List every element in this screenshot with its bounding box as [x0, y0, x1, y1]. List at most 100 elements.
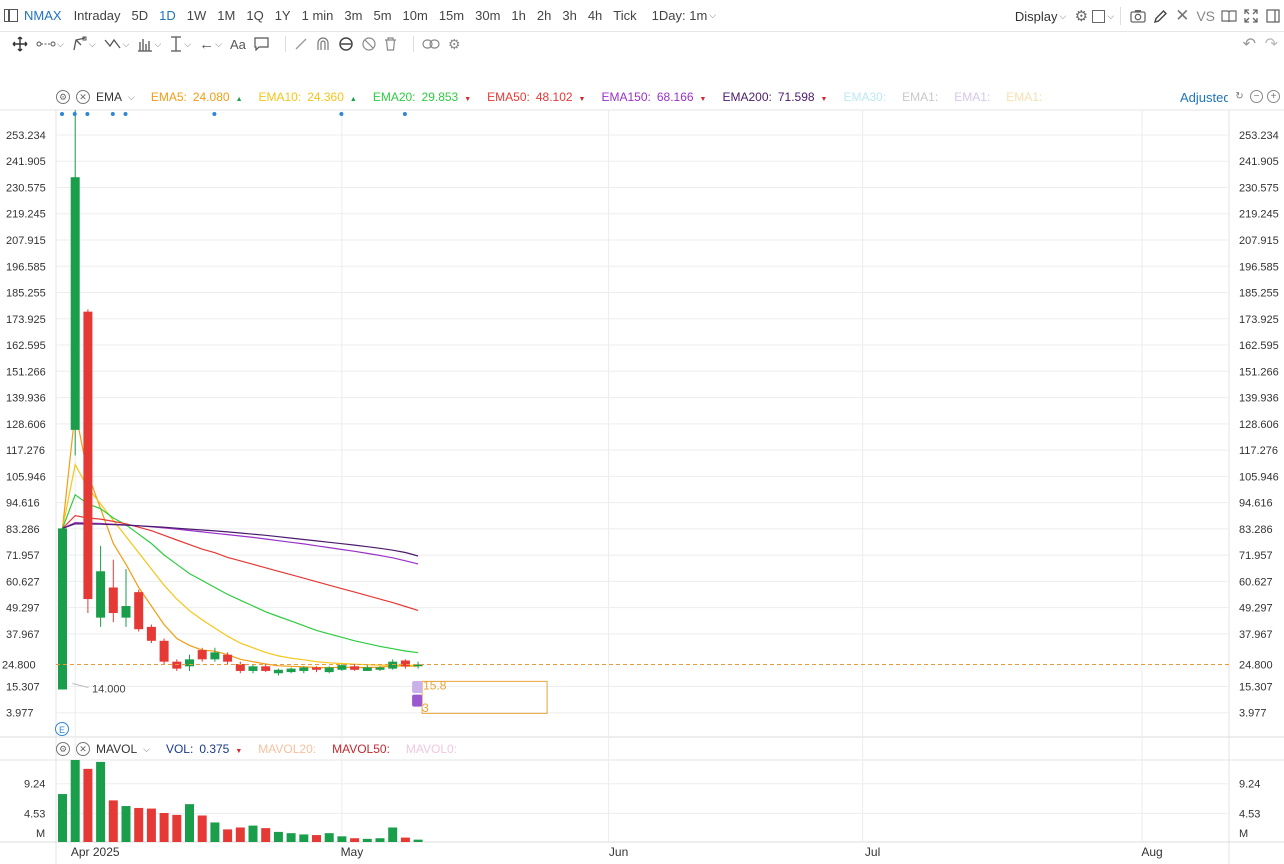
chevron-down-icon[interactable]: ⌵	[128, 92, 135, 103]
legend-item[interactable]: EMA5: 24.080 ▲	[151, 90, 243, 104]
indicator-close-icon[interactable]: ✕	[76, 742, 90, 756]
fullscreen-icon[interactable]	[1240, 5, 1262, 27]
legend-value: 0.375	[199, 742, 230, 756]
list-panel-icon[interactable]	[1262, 5, 1284, 27]
volume-bar	[210, 822, 220, 842]
indicator-settings-icon[interactable]: ⚙	[56, 90, 70, 104]
zoom-out-icon[interactable]: −	[1250, 90, 1263, 103]
timeframe-5m[interactable]: 5m	[373, 8, 391, 23]
timeframe-5d[interactable]: 5D	[132, 8, 149, 23]
pen-curve-tool-icon[interactable]: ⌵	[72, 36, 96, 52]
drawing-settings-icon[interactable]: ⚙	[448, 36, 461, 53]
comment-tool-icon[interactable]	[254, 37, 269, 51]
legend-label: EMA1:	[902, 90, 939, 104]
pencil-icon[interactable]	[1149, 5, 1171, 27]
indicator-settings-icon[interactable]: ⚙	[56, 742, 70, 756]
crosshair-move-icon[interactable]	[12, 36, 28, 52]
redo-icon[interactable]: ↷	[1265, 34, 1278, 54]
trash-icon[interactable]	[384, 37, 397, 51]
legend-item[interactable]: EMA1:	[902, 90, 938, 104]
timeframe-1w[interactable]: 1W	[187, 8, 207, 23]
sidebar-toggle-icon[interactable]	[4, 9, 18, 22]
adjusted-label[interactable]: Adjusted	[1180, 90, 1228, 105]
timeframe-4h[interactable]: 4h	[588, 8, 602, 23]
undo-icon[interactable]: ↶	[1243, 34, 1256, 54]
display-button[interactable]: Display ⌵	[1015, 9, 1066, 24]
candle-body	[223, 654, 233, 662]
eraser-x-icon[interactable]: ✕	[1171, 5, 1193, 27]
legend-item[interactable]: EMA150: 68.166 ▼	[601, 90, 706, 104]
text-tool-icon[interactable]: Aa	[230, 37, 246, 52]
volume-bar	[223, 829, 233, 842]
timeframe-intraday[interactable]: Intraday	[74, 8, 121, 23]
legend-item[interactable]: VOL: 0.375 ▼	[166, 742, 242, 756]
symbol-name[interactable]: NMAX	[24, 8, 62, 23]
timeframe-1h[interactable]: 1h	[511, 8, 525, 23]
wave-pattern-tool-icon[interactable]: ⌵	[104, 36, 129, 52]
chart-area[interactable]: Apr 2025 May Jun Jul Aug 253.234 253.234 241.90…	[0, 84, 1284, 864]
timeframe-1q[interactable]: 1Q	[246, 8, 263, 23]
timeframe-3h[interactable]: 3h	[562, 8, 576, 23]
legend-label: MAVOL50:	[332, 742, 390, 756]
timeframe-3m[interactable]: 3m	[344, 8, 362, 23]
candle-body	[388, 661, 398, 669]
candle-body	[146, 626, 156, 641]
legend-item[interactable]: MAVOL0:	[406, 742, 457, 756]
timeframe-tick[interactable]: Tick	[613, 8, 636, 23]
measure-tool-icon[interactable]: ⌵	[169, 36, 191, 52]
book-icon[interactable]	[1218, 5, 1240, 27]
layout-square-icon[interactable]: ⌵	[1092, 5, 1114, 27]
timeframe-15m[interactable]: 15m	[439, 8, 464, 23]
timeframe-1d[interactable]: 1D	[159, 8, 176, 23]
y-axis-label-right: 173.925	[1239, 314, 1279, 326]
timeframe-2h[interactable]: 2h	[537, 8, 551, 23]
y-axis-label-right: 117.276	[1239, 445, 1278, 457]
candle-body	[197, 650, 207, 660]
y-axis-label-right: 230.575	[1239, 182, 1279, 194]
y-axis-label-right: 128.606	[1239, 419, 1279, 431]
volume-axis-label-left: 9.24	[24, 779, 45, 791]
legend-item[interactable]: EMA1:	[954, 90, 990, 104]
legend-item[interactable]: EMA1:	[1006, 90, 1042, 104]
y-axis-label-left: 15.307	[6, 681, 40, 693]
volume-bar	[312, 835, 321, 842]
interval-select[interactable]: 1Day: 1m ⌵	[652, 8, 716, 23]
camera-icon[interactable]	[1127, 5, 1149, 27]
chevron-down-icon[interactable]: ⌵	[143, 744, 150, 755]
legend-item[interactable]: EMA50: 48.102 ▼	[487, 90, 585, 104]
settings-gear-icon[interactable]: ⚙	[1070, 5, 1092, 27]
compare-vs-button[interactable]: VS	[1193, 5, 1218, 27]
volume-bar	[58, 794, 67, 842]
timeframe-1-min[interactable]: 1 min	[302, 8, 334, 23]
legend-item[interactable]: EMA10: 24.360 ▲	[259, 90, 357, 104]
indicator-name[interactable]: MAVOL	[96, 742, 137, 756]
timeframe-10m[interactable]: 10m	[403, 8, 428, 23]
timeframe-1y[interactable]: 1Y	[275, 8, 291, 23]
toolbar-divider	[1120, 7, 1122, 25]
reset-view-icon[interactable]: ↻	[1233, 90, 1246, 103]
y-axis-label-right: 15.307	[1239, 681, 1273, 693]
hide-drawings-icon[interactable]	[362, 37, 376, 51]
legend-item[interactable]: EMA200: 71.598 ▼	[722, 90, 827, 104]
timeframe-list: Intraday 5D 1D 1W 1M 1Q 1Y 1 min 3m 5m 10m 15m 30m 1h…	[74, 8, 648, 23]
trade-marker-t-icon	[412, 694, 423, 707]
magnet-icon[interactable]	[316, 37, 330, 51]
volume-bar	[400, 837, 410, 842]
time-axis-label: Aug	[1141, 845, 1162, 859]
lock-drawing-icon[interactable]	[338, 36, 354, 52]
timeframe-1m[interactable]: 1M	[217, 8, 235, 23]
line-segment-tool-icon[interactable]: ⌵	[36, 38, 64, 50]
fibonacci-tool-icon[interactable]: ⌵	[137, 36, 161, 52]
interval-select-label: 1Day: 1m	[651, 8, 708, 23]
indicator-close-icon[interactable]: ✕	[76, 90, 90, 104]
ruler-tool-icon[interactable]	[294, 37, 308, 51]
zoom-in-icon[interactable]: +	[1267, 90, 1280, 103]
legend-item[interactable]: EMA30:	[843, 90, 886, 104]
timeframe-30m[interactable]: 30m	[475, 8, 500, 23]
legend-item[interactable]: MAVOL50:	[332, 742, 390, 756]
link-icon[interactable]	[422, 38, 440, 50]
legend-item[interactable]: MAVOL20:	[258, 742, 316, 756]
arrow-tool-icon[interactable]: ← ⌵	[199, 36, 222, 53]
legend-item[interactable]: EMA20: 29.853 ▼	[373, 90, 471, 104]
indicator-name[interactable]: EMA	[96, 90, 122, 104]
